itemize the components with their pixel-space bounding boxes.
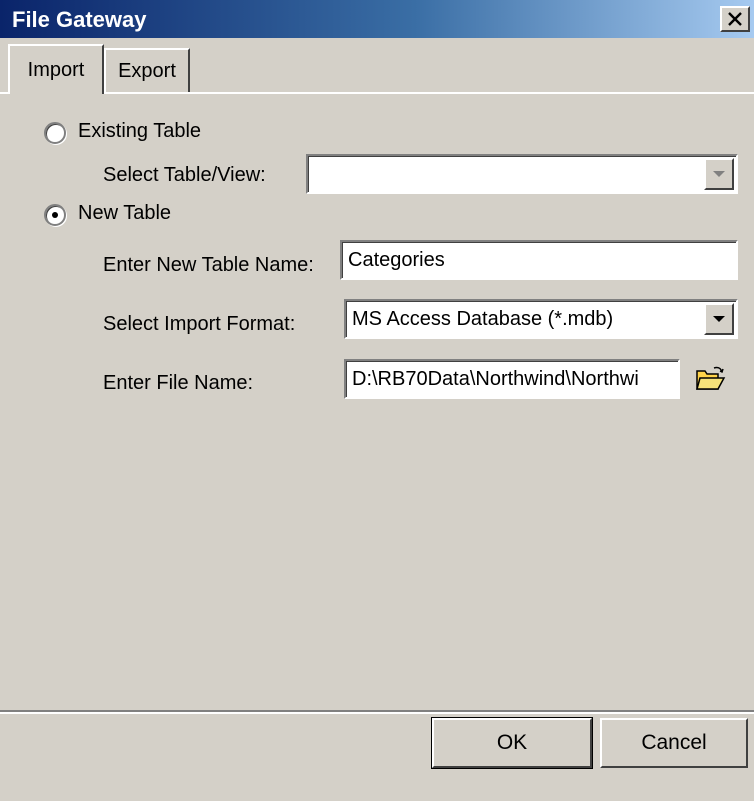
new-table-name-input[interactable]: Categories <box>340 240 738 280</box>
browse-file-button[interactable] <box>694 365 726 393</box>
select-table-view-dropdown[interactable] <box>306 154 738 194</box>
existing-table-label: Existing Table <box>78 120 202 142</box>
chevron-down-icon <box>713 316 725 322</box>
window-title: File Gateway <box>12 7 147 32</box>
tab-export[interactable]: Export <box>104 48 190 92</box>
button-separator <box>0 710 754 714</box>
ok-button[interactable]: OK <box>431 717 593 769</box>
open-folder-icon <box>696 366 726 390</box>
new-table-radio[interactable] <box>44 204 66 226</box>
tab-strip: Import Export <box>0 38 754 94</box>
new-table-label: New Table <box>78 202 172 224</box>
radio-selected-dot <box>52 212 58 218</box>
file-name-label: Enter File Name: <box>103 372 254 394</box>
close-button[interactable] <box>720 6 750 32</box>
file-name-input[interactable]: D:\RB70Data\Northwind\Northwi <box>344 359 680 399</box>
chevron-down-icon <box>713 171 725 177</box>
title-bar: File Gateway <box>0 0 754 38</box>
ok-button-label: OK <box>496 731 528 754</box>
cancel-button-label: Cancel <box>641 731 707 754</box>
select-table-view-label: Select Table/View: <box>103 164 266 186</box>
cancel-button[interactable]: Cancel <box>600 718 748 768</box>
new-table-name-label: Enter New Table Name: <box>103 254 314 276</box>
select-table-view-dropdown-button[interactable] <box>704 158 734 190</box>
tab-export-label: Export <box>118 59 176 82</box>
import-format-dropdown-button[interactable] <box>704 303 734 335</box>
tab-import-label: Import <box>27 58 85 81</box>
import-format-value: MS Access Database (*.mdb) <box>352 308 614 330</box>
existing-table-radio[interactable] <box>44 122 66 144</box>
tab-import[interactable]: Import <box>8 44 104 94</box>
import-format-label: Select Import Format: <box>103 313 296 335</box>
close-icon <box>728 12 742 26</box>
import-format-dropdown[interactable]: MS Access Database (*.mdb) <box>344 299 738 339</box>
